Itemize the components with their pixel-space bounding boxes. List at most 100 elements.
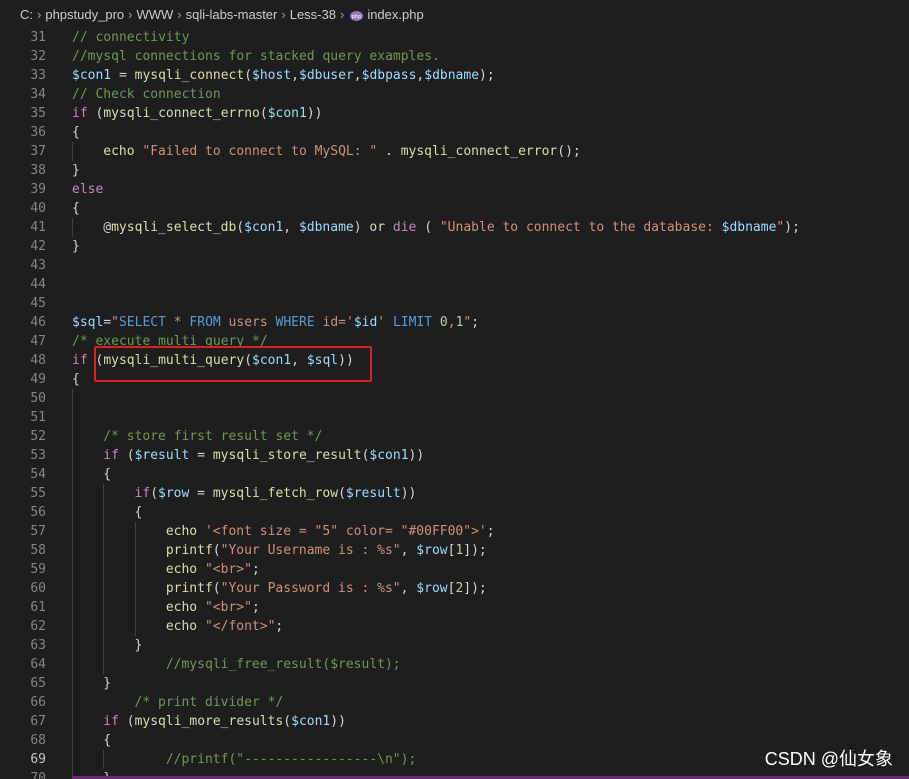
code-token: ( bbox=[236, 220, 245, 235]
indent-guide bbox=[103, 503, 105, 522]
code-line[interactable]: 54 { bbox=[0, 465, 909, 484]
line-number: 59 bbox=[30, 562, 46, 577]
line-number: 44 bbox=[30, 277, 46, 292]
code-editor[interactable]: 31 // connectivity 32 //mysql connections f… bbox=[0, 28, 909, 779]
code-line[interactable]: 43 bbox=[0, 256, 909, 275]
code-line[interactable]: 58 printf("Your Username is : %s", $row[1… bbox=[0, 541, 909, 560]
code-line[interactable]: 35 if (mysqli_connect_errno($con1)) bbox=[0, 104, 909, 123]
code-line[interactable]: 38} bbox=[0, 161, 909, 180]
code-token: if bbox=[134, 486, 151, 501]
code-line[interactable]: 41 @mysqli_select_db($con1, $dbname) or d… bbox=[0, 218, 909, 237]
line-number: 64 bbox=[30, 657, 46, 672]
code-text: { bbox=[103, 731, 111, 750]
code-line[interactable]: 50 bbox=[0, 389, 909, 408]
code-token: . bbox=[377, 144, 401, 159]
code-token: ( bbox=[212, 581, 221, 596]
indent-guide bbox=[72, 408, 73, 427]
code-line[interactable]: 51 bbox=[0, 408, 909, 427]
code-token: )) bbox=[306, 106, 323, 121]
code-text: // Check connection bbox=[72, 85, 221, 104]
code-line[interactable]: 42} bbox=[0, 237, 909, 256]
code-line[interactable]: 55 if($row = mysqli_fetch_row($result)) bbox=[0, 484, 909, 503]
code-line[interactable]: 45 bbox=[0, 294, 909, 313]
code-token: if bbox=[72, 353, 88, 368]
breadcrumb-item-drive[interactable]: C: bbox=[20, 7, 33, 22]
chevron-right-icon: › bbox=[339, 6, 345, 22]
code-line[interactable]: 36 { bbox=[0, 123, 909, 142]
code-line[interactable]: 59 echo "<br>"; bbox=[0, 560, 909, 579]
indent-guide bbox=[134, 560, 136, 579]
code-line[interactable]: 44 bbox=[0, 275, 909, 294]
code-token: "<br>" bbox=[204, 600, 252, 615]
code-line[interactable]: 67 if (mysqli_more_results($con1)) bbox=[0, 712, 909, 731]
code-text: echo "</font>"; bbox=[166, 617, 283, 636]
code-line[interactable]: 63} bbox=[0, 636, 909, 655]
breadcrumb-item-sqli-labs[interactable]: sqli-labs-master bbox=[186, 7, 278, 22]
code-token: @ bbox=[103, 220, 112, 235]
breadcrumb-item-phpstudy[interactable]: phpstudy_pro bbox=[45, 7, 124, 22]
code-line[interactable]: 64 //mysqli_free_result($result); bbox=[0, 655, 909, 674]
code-line[interactable]: 37 echo "Failed to connect to MySQL: " . … bbox=[0, 142, 909, 161]
code-text: echo "<br>"; bbox=[166, 560, 260, 579]
code-text: } bbox=[72, 161, 80, 180]
code-token: ' bbox=[377, 315, 393, 330]
code-line[interactable]: 56 { bbox=[0, 503, 909, 522]
line-number: 40 bbox=[30, 201, 46, 216]
code-token: { bbox=[72, 201, 80, 216]
code-token: //mysql connections for stacked query ex… bbox=[72, 49, 440, 64]
code-text: printf("Your Password is : %s", $row[2])… bbox=[166, 579, 487, 598]
line-number: 38 bbox=[30, 163, 46, 178]
indent-guide bbox=[103, 522, 105, 541]
line-number: 32 bbox=[30, 49, 46, 64]
code-text: if (mysqli_connect_errno($con1)) bbox=[72, 104, 322, 123]
code-token: $con1 bbox=[369, 448, 409, 463]
code-token: $dbname bbox=[424, 68, 480, 83]
indent-guide bbox=[72, 522, 73, 541]
line-number: 50 bbox=[30, 391, 46, 406]
code-token: "Your Password is : %s" bbox=[220, 581, 401, 596]
indent-guide bbox=[72, 674, 73, 693]
code-line[interactable]: 39 else bbox=[0, 180, 909, 199]
breadcrumb-item-less38[interactable]: Less-38 bbox=[290, 7, 336, 22]
watermark: CSDN @仙女象 bbox=[764, 749, 893, 769]
code-token: ( bbox=[150, 486, 159, 501]
code-token: )) bbox=[330, 714, 346, 729]
code-line[interactable]: 61 echo "<br>"; bbox=[0, 598, 909, 617]
code-token: , bbox=[291, 68, 299, 83]
code-token: $row bbox=[416, 543, 448, 558]
line-number: 69 bbox=[30, 752, 46, 767]
code-line[interactable]: 33 $con1 = mysqli_connect($host,$dbuser,$… bbox=[0, 66, 909, 85]
code-line[interactable]: 52 /* store first result set */ bbox=[0, 427, 909, 446]
code-line[interactable]: 60 printf("Your Password is : %s", $row[2… bbox=[0, 579, 909, 598]
code-token: "<br>" bbox=[204, 562, 252, 577]
breadcrumb-item-www[interactable]: WWW bbox=[136, 7, 173, 22]
code-token: $dbname bbox=[298, 220, 354, 235]
indent-guide bbox=[72, 617, 73, 636]
code-token: ; bbox=[486, 524, 495, 539]
code-token: mysqli_more_results bbox=[134, 714, 284, 729]
code-token: ( bbox=[118, 448, 135, 463]
code-line[interactable]: 62 echo "</font>"; bbox=[0, 617, 909, 636]
svg-text:php: php bbox=[352, 14, 362, 20]
indent-guide bbox=[134, 541, 136, 560]
line-number: 56 bbox=[30, 505, 46, 520]
code-line[interactable]: 66 /* print divider */ bbox=[0, 693, 909, 712]
code-line[interactable]: 53 if ($result = mysqli_store_result($con… bbox=[0, 446, 909, 465]
code-line[interactable]: 57 echo '<font size = "5" color= "#00FF00… bbox=[0, 522, 909, 541]
breadcrumb-item-file[interactable]: index.php bbox=[367, 7, 423, 22]
code-token: 0 bbox=[439, 315, 448, 330]
code-line[interactable]: 32 //mysql connections for stacked query … bbox=[0, 47, 909, 66]
code-text: //mysqli_free_result($result); bbox=[166, 655, 401, 674]
indent-guide bbox=[103, 617, 105, 636]
code-line[interactable]: 40 { bbox=[0, 199, 909, 218]
indent-guide bbox=[103, 541, 105, 560]
code-line[interactable]: 31 // connectivity bbox=[0, 28, 909, 47]
code-line[interactable]: 65} bbox=[0, 674, 909, 693]
indent-guide bbox=[72, 636, 73, 655]
code-token: SELECT bbox=[118, 315, 166, 330]
code-token: echo bbox=[165, 562, 198, 577]
code-line[interactable]: 34 // Check connection bbox=[0, 85, 909, 104]
indent-guide bbox=[72, 655, 73, 674]
line-number: 66 bbox=[30, 695, 46, 710]
code-line[interactable]: 46 $sql="SELECT * FROM users WHERE id='$i… bbox=[0, 313, 909, 332]
